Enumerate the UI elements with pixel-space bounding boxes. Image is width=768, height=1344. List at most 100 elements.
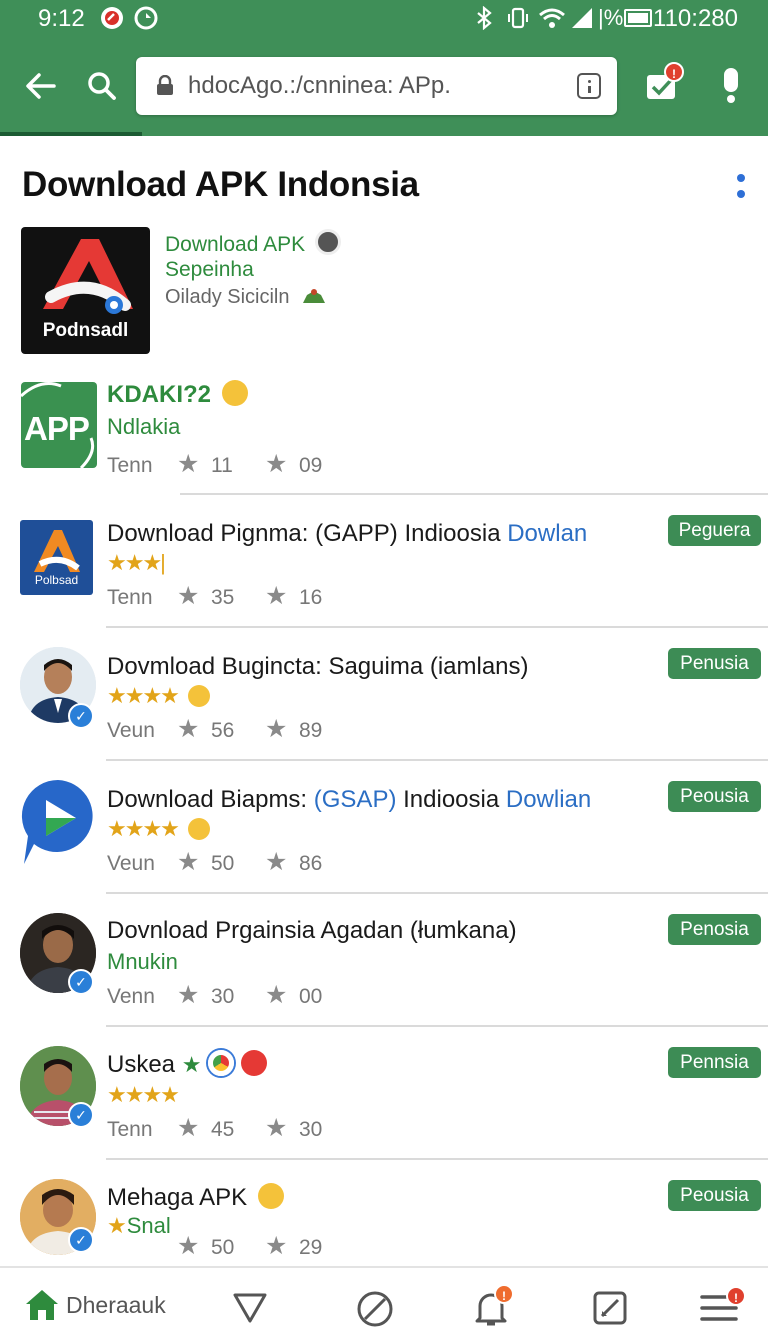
category-tag[interactable]: Peousia [668,781,761,812]
page-info-icon[interactable] [577,73,601,99]
app-icon[interactable]: Polbsad [20,520,93,595]
wifi-icon [539,8,565,28]
nav-home-label: Dheraauk [66,1292,166,1318]
app-icon-caption: Polbsad [34,573,79,587]
app-meta: Venn ★ 30 ★ 00 [107,981,323,1009]
star-icon: ★ [177,715,200,743]
tasks-badge: ! [664,62,684,82]
bottom-navigation: Dheraauk ! ! [0,1266,768,1344]
nav-filter[interactable] [232,1292,268,1329]
vibrate-icon [508,7,528,29]
signal-icon [572,8,592,28]
menu-badge: ! [726,1286,746,1306]
status-right-text: 110:280 [653,5,738,32]
notification-badge: ! [494,1284,514,1304]
smile-emoji-icon [221,380,248,406]
app-meta: Tenn ★ 11 ★ 09 [107,450,323,478]
nav-notifications[interactable]: ! [474,1284,514,1333]
url-text[interactable]: hdocAgo.:/cnninea: APp. [188,72,451,100]
verified-badge-icon: ✓ [68,1227,94,1253]
face-emoji-icon [314,229,341,255]
rating-stars: ★★★| [107,550,166,575]
app-title[interactable]: Dovnload Prgainsia Agadan (łumkana) [107,917,517,945]
letter-a-logo-icon [43,239,133,314]
star-icon: ★ [265,582,288,610]
star-icon: ★ [265,981,288,1009]
list-item[interactable]: ✓ Uskea ★ ★★★★ Tenn ★ 45 ★ 30 Pennsia [0,1032,768,1158]
category-tag[interactable]: Pennsia [668,1047,761,1078]
featured-app-icon[interactable]: Podnsadl [21,227,150,354]
download-link[interactable]: Dowlian [506,786,591,813]
star-icon: ★ [265,1114,288,1142]
category-tag[interactable]: Peguera [668,515,761,546]
star-badge-icon: ★ [107,1213,127,1238]
download-link[interactable]: Dowlan [507,520,587,547]
no-entry-emoji-icon [240,1050,267,1076]
star-icon: ★ [265,848,288,876]
nav-menu[interactable]: ! [700,1286,746,1329]
play-logo-icon [21,779,93,864]
nav-home[interactable]: Dheraauk [24,1288,224,1328]
category-tag[interactable]: Penusia [668,648,761,679]
lock-icon [157,75,173,95]
green-star-icon: ★ [181,1052,202,1077]
app-icon-text: APP [24,410,90,447]
tasks-button[interactable]: ! [644,62,684,104]
app-meta: Tenn ★ 45 ★ 30 [107,1114,323,1142]
back-button[interactable] [22,68,58,104]
app-subtitle: Mnukin [107,949,178,974]
app-subtitle: ★Snal [107,1213,171,1238]
smile-emoji-icon [188,685,211,707]
app-title[interactable]: KDAKI?2 [107,380,248,409]
dot-icon [737,190,745,198]
status-bar: 9:12 |% 110:280 [0,0,768,38]
list-item[interactable]: ✓ Dovnload Prgainsia Agadan (łumkana) Mn… [0,899,768,1025]
status-time: 9:12 [38,5,85,32]
featured-app-title[interactable]: Download APK [165,229,341,257]
app-title[interactable]: Uskea ★ [107,1050,267,1079]
nav-edit[interactable] [592,1290,628,1331]
app-meta: Veun ★ 56 ★ 89 [107,715,323,743]
more-options-button[interactable] [734,170,748,202]
app-subtitle: Ndlakia [107,414,181,439]
list-item[interactable]: ✓ Dovmload Bugincta: Saguima (iamlans) ★… [0,633,768,759]
battery-icon [624,9,652,27]
list-item[interactable]: Polbsad Download Pignma: (GAPP) Indioosi… [0,500,768,626]
divider [106,626,768,628]
alert-button[interactable] [714,64,748,106]
list-item[interactable]: ✓ Mehaga APK ★Snal ★ 50 ★ 29 Peousia [0,1165,768,1265]
verified-badge-icon: ✓ [68,703,94,729]
letter-a-logo-icon [34,530,80,572]
battery-percent-text: |% [598,5,624,30]
sync-notification-icon [134,6,158,30]
divider [106,759,768,761]
category-tag[interactable]: Penosia [668,914,761,945]
triangle-filter-icon [233,1293,267,1323]
app-meta: Tenn ★ 35 ★ 16 [107,582,323,610]
divider [180,493,768,495]
address-bar[interactable]: hdocAgo.:/cnninea: APp. [136,57,617,115]
star-icon: ★ [265,1232,288,1260]
list-item[interactable]: Download Biapms: (GSAP) Indioosia Dowlia… [0,766,768,892]
app-title[interactable]: Dovmload Bugincta: Saguima (iamlans) [107,653,529,681]
star-icon: ★ [177,1232,200,1260]
category-tag[interactable]: Peousia [668,1180,761,1211]
app-icon-app[interactable]: APP [21,382,97,468]
smile-emoji-icon [257,1183,284,1209]
back-arrow-icon [26,73,56,99]
alert-icon [724,68,738,103]
star-icon: ★ [177,450,200,478]
app-title[interactable]: Mehaga APK [107,1183,284,1212]
divider [106,1025,768,1027]
top-app-bar: 9:12 |% 110:280 hdocAgo.:/cnninea: APp. … [0,0,768,136]
search-button[interactable] [84,68,120,104]
notification-app-icon [101,7,123,29]
edit-icon [593,1291,627,1325]
nav-blocked[interactable] [356,1290,394,1333]
star-icon: ★ [177,1114,200,1142]
app-title[interactable]: Download Pignma: (GAPP) Indioosia Dowlan [107,520,587,548]
divider [106,892,768,894]
app-title[interactable]: Download Biapms: (GSAP) Indioosia Dowlia… [107,786,591,814]
app-icon[interactable] [20,778,96,866]
block-icon [357,1291,393,1327]
